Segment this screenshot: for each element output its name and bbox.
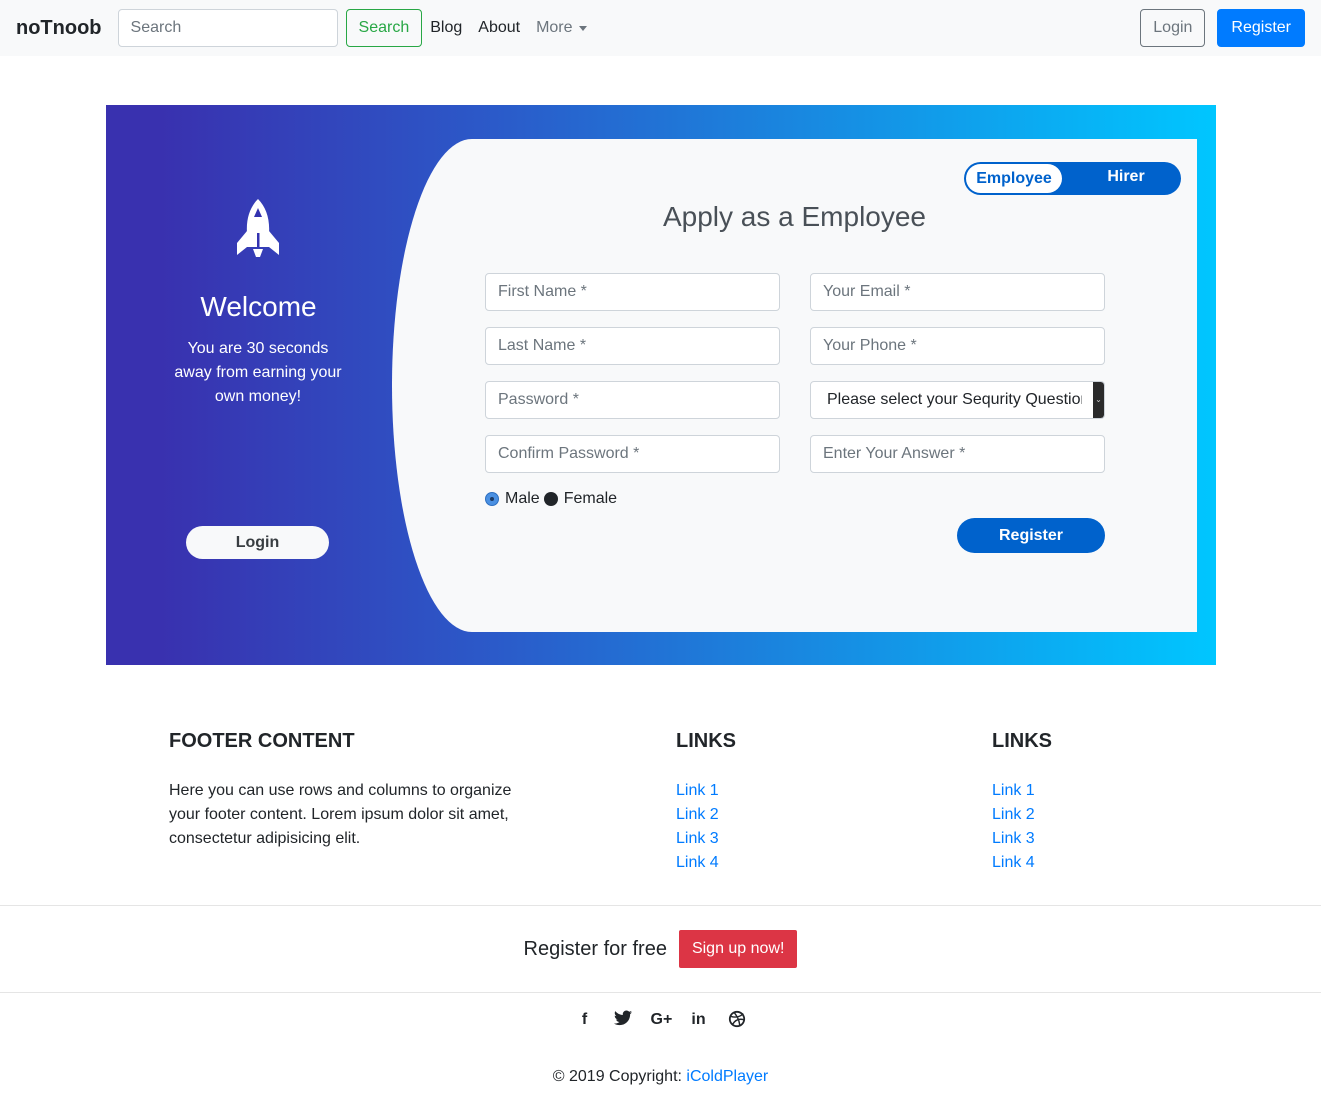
facebook-icon[interactable]: f bbox=[575, 1010, 595, 1034]
search-input[interactable] bbox=[117, 9, 338, 47]
radio-female-label: Female bbox=[563, 490, 618, 507]
cta-text: Register for free bbox=[523, 937, 667, 960]
register-button[interactable]: Register bbox=[957, 518, 1105, 553]
email-field[interactable] bbox=[810, 273, 1105, 311]
footer-link[interactable]: Link 4 bbox=[676, 851, 736, 875]
footer-link[interactable]: Link 2 bbox=[676, 803, 736, 827]
footer-link[interactable]: Link 3 bbox=[676, 827, 736, 851]
footer-link[interactable]: Link 2 bbox=[992, 803, 1052, 827]
footer-links-title: LINKS bbox=[992, 730, 1052, 752]
form-heading: Apply as a Employee bbox=[662, 201, 927, 232]
panel-login-button[interactable]: Login bbox=[186, 526, 329, 559]
password-field[interactable] bbox=[485, 381, 780, 419]
twitter-icon[interactable] bbox=[613, 1010, 633, 1034]
footer-links-1: LINKS Link 1 Link 2 Link 3 Link 4 bbox=[676, 730, 736, 875]
security-question-select[interactable]: Please select your Sequrity Question ⌄ bbox=[810, 381, 1105, 419]
nav-link-about[interactable]: About bbox=[478, 19, 528, 37]
copyright-text: © 2019 Copyright: bbox=[552, 1068, 682, 1085]
search-button[interactable]: Search bbox=[345, 9, 423, 47]
radio-female[interactable] bbox=[543, 492, 558, 506]
first-name-field[interactable] bbox=[485, 273, 780, 311]
signup-cta: Register for free Sign up now! bbox=[0, 930, 1321, 968]
footer-links-title: LINKS bbox=[676, 730, 736, 752]
footer-about: FOOTER CONTENT Here you can use rows and… bbox=[169, 730, 519, 851]
phone-field[interactable] bbox=[810, 327, 1105, 365]
brand-logo[interactable]: noTnoob bbox=[16, 17, 102, 40]
footer-title: FOOTER CONTENT bbox=[169, 730, 355, 752]
security-question-value: Please select your Sequrity Question bbox=[827, 391, 1082, 408]
signup-button[interactable]: Sign up now! bbox=[678, 930, 798, 968]
role-toggle[interactable]: Employee Hirer bbox=[964, 162, 1181, 195]
gender-radio-group: Male Female bbox=[485, 490, 617, 508]
footer-links-2: LINKS Link 1 Link 2 Link 3 Link 4 bbox=[992, 730, 1052, 875]
linkedin-icon[interactable]: in bbox=[689, 1010, 709, 1034]
confirm-password-field[interactable] bbox=[485, 435, 780, 473]
tab-employee[interactable]: Employee bbox=[966, 164, 1062, 193]
google-plus-icon[interactable]: G+ bbox=[651, 1010, 673, 1034]
copyright: © 2019 Copyright: iColdPlayer bbox=[0, 1068, 1321, 1086]
nav-register-button[interactable]: Register bbox=[1217, 9, 1305, 47]
footer-text: Here you can use rows and columns to org… bbox=[169, 782, 512, 847]
copyright-link[interactable]: iColdPlayer bbox=[686, 1068, 768, 1085]
rocket-icon bbox=[237, 199, 279, 257]
caret-down-icon bbox=[578, 25, 587, 31]
nav-auth-buttons: Login Register bbox=[1140, 9, 1305, 47]
footer-link[interactable]: Link 1 bbox=[992, 779, 1052, 803]
footer-link[interactable]: Link 1 bbox=[676, 779, 736, 803]
footer-divider bbox=[0, 905, 1321, 906]
dribbble-icon[interactable] bbox=[727, 1010, 747, 1034]
register-section: Welcome You are 30 seconds away from ear… bbox=[106, 105, 1216, 665]
last-name-field[interactable] bbox=[485, 327, 780, 365]
footer-divider bbox=[0, 992, 1321, 993]
footer-link[interactable]: Link 3 bbox=[992, 827, 1052, 851]
nav-link-blog[interactable]: Blog bbox=[430, 19, 470, 37]
radio-male-label: Male bbox=[505, 490, 540, 507]
answer-field[interactable] bbox=[810, 435, 1105, 473]
radio-male[interactable] bbox=[485, 492, 499, 506]
welcome-tagline: You are 30 seconds away from earning you… bbox=[174, 340, 342, 405]
tab-hirer[interactable]: Hirer bbox=[1084, 164, 1168, 193]
nav-dropdown-more-label: More bbox=[536, 19, 573, 36]
employee-form-panel: Employee Hirer Apply as a Employee Pleas… bbox=[392, 139, 1197, 632]
social-links: f G+ in bbox=[0, 1010, 1321, 1034]
nav-login-button[interactable]: Login bbox=[1140, 9, 1206, 47]
welcome-heading: Welcome bbox=[200, 291, 317, 322]
nav-dropdown-more[interactable]: More bbox=[536, 19, 594, 37]
welcome-panel: Welcome You are 30 seconds away from ear… bbox=[106, 105, 411, 665]
chevron-down-icon: ⌄ bbox=[1093, 382, 1104, 418]
footer-link[interactable]: Link 4 bbox=[992, 851, 1052, 875]
navbar: noTnoob Search Blog About More Login Reg… bbox=[0, 0, 1321, 56]
